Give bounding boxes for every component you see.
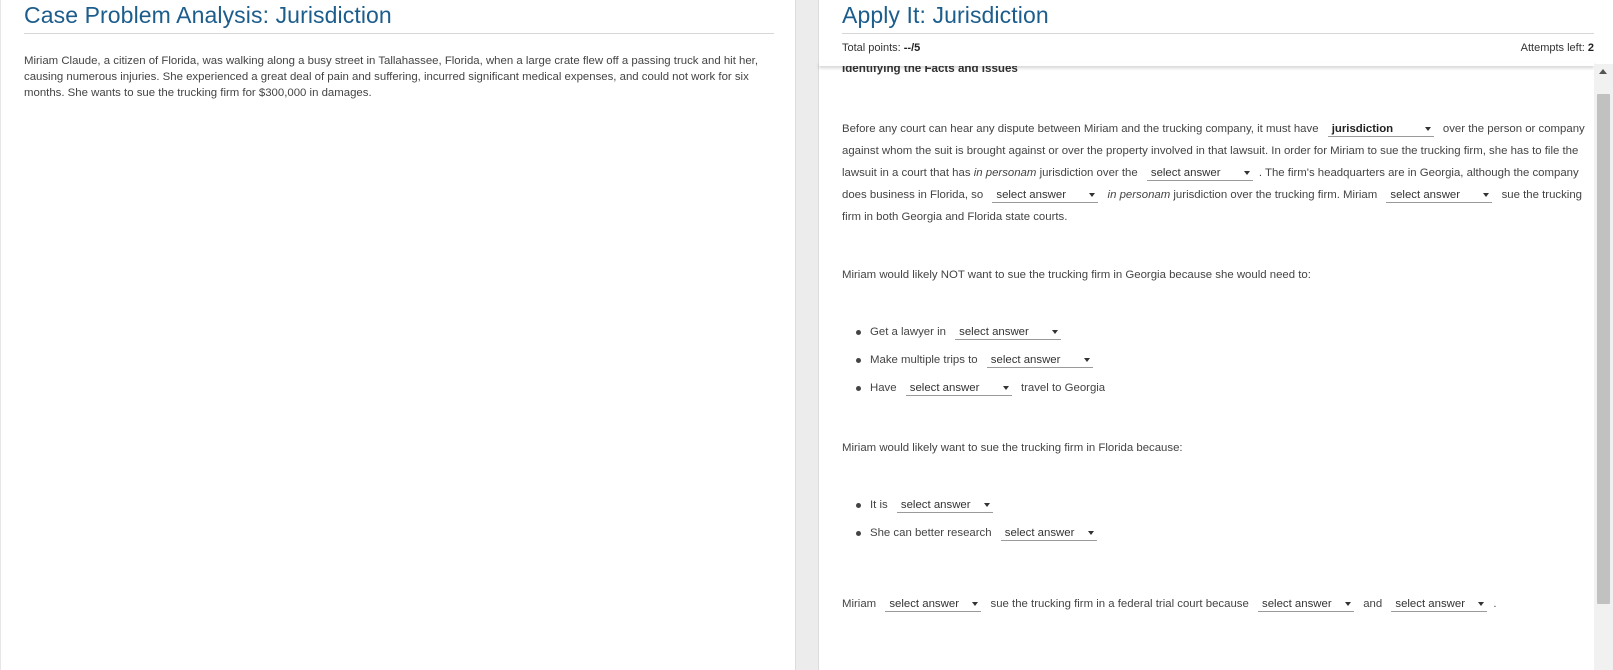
dropdown-value: select answer [1390,189,1461,201]
chevron-down-icon [1087,531,1094,535]
courts-have-dropdown[interactable]: select answer [992,188,1099,203]
list-item-text: travel to Georgia [1020,382,1106,394]
chevron-down-icon [1483,193,1490,197]
list-item: It is select answer [856,491,1594,519]
apply-it-pane: Apply It: Jurisdiction Total points: --/… [819,0,1613,670]
list-item: Have select answer travel to Georgia [856,374,1594,402]
dropdown-value: select answer [900,499,971,511]
dropdown-value: select answer [959,326,1029,338]
case-problem-pane: Case Problem Analysis: Jurisdiction Miri… [0,0,796,670]
total-points-label: Total points: [842,42,904,54]
total-points: Total points: --/5 [842,42,920,54]
apply-it-title: Apply It: Jurisdiction [842,2,1049,28]
chevron-down-icon [1089,193,1096,197]
list-item: Get a lawyer in select answer [856,318,1594,346]
list-item-text: It is [870,499,888,511]
case-problem-text: Miriam Claude, a citizen of Florida, was… [24,55,759,99]
chevron-down-icon [1243,171,1250,175]
lawyer-location-dropdown[interactable]: select answer [955,325,1062,340]
federal-reason-2-dropdown[interactable]: select answer [1391,597,1488,612]
georgia-reasons-list: Get a lawyer in select answer Make multi… [842,318,1594,402]
section-heading: Identifying the Facts and Issues [842,64,1018,75]
jurisdiction-type-dropdown[interactable]: jurisdiction [1327,122,1434,137]
it-is-dropdown[interactable]: select answer [896,498,993,513]
dropdown-value: select answer [996,189,1067,201]
attempts-left: Attempts left: 2 [1521,42,1594,54]
chevron-down-icon [983,503,990,507]
paragraph-federal: Miriam select answer sue the trucking fi… [842,593,1594,615]
text-segment: and [1363,598,1383,610]
research-dropdown[interactable]: select answer [1000,526,1097,541]
header-shadow [819,62,1594,66]
chevron-down-icon [1052,330,1059,334]
paragraph-jurisdiction: Before any court can hear any dispute be… [842,118,1594,228]
list-item: Make multiple trips to select answer [856,346,1594,374]
attempts-left-value: 2 [1587,42,1594,54]
text-segment: Before any court can hear any dispute be… [842,123,1319,135]
chevron-down-icon [1345,602,1352,606]
dropdown-value: jurisdiction [1331,123,1394,135]
federal-can-sue-dropdown[interactable]: select answer [885,597,982,612]
list-item-text: Get a lawyer in [870,326,946,338]
case-problem-title: Case Problem Analysis: Jurisdiction [24,2,392,28]
dropdown-value: select answer [1395,598,1466,610]
question-content: Identifying the Facts and Issues Before … [842,64,1594,615]
can-sue-dropdown[interactable]: select answer [1386,188,1493,203]
list-item-text: She can better research [870,527,992,539]
trips-destination-dropdown[interactable]: select answer [986,353,1093,368]
text-segment: . [1493,598,1497,610]
chevron-down-icon [1002,386,1009,390]
florida-reasons-list: It is select answer She can better resea… [842,491,1594,547]
chevron-down-icon [1083,358,1090,362]
pane-divider[interactable] [795,0,819,670]
chevron-down-icon [972,602,979,606]
attempts-left-label: Attempts left: [1520,42,1588,54]
chevron-down-icon [1478,602,1485,606]
score-bar: Total points: --/5 Attempts left: 2 [842,41,1594,59]
dropdown-value: select answer [1150,167,1221,179]
text-segment: jurisdiction over the [1039,167,1138,179]
scrollbar-thumb[interactable] [1597,94,1610,604]
jurisdiction-over-dropdown[interactable]: select answer [1146,166,1253,181]
text-italic: in personam [1107,189,1171,201]
text-segment: sue the trucking firm in a federal trial… [990,598,1249,610]
case-problem-header: Case Problem Analysis: Jurisdiction [24,0,774,34]
dropdown-value: select answer [1004,527,1075,539]
question-scroll-area[interactable]: Identifying the Facts and Issues Before … [819,64,1594,670]
dropdown-value: select answer [909,382,980,394]
text-segment: Miriam [842,598,877,610]
text-italic: in personam [973,167,1037,179]
text-segment: jurisdiction over the trucking firm. Mir… [1173,189,1378,201]
total-points-value: --/5 [903,42,921,54]
who-travels-dropdown[interactable]: select answer [905,381,1012,396]
paragraph-georgia: Miriam would likely NOT want to sue the … [842,269,1311,281]
apply-it-header: Apply It: Jurisdiction [842,0,1594,34]
list-item-text: Make multiple trips to [870,354,978,366]
dropdown-value: select answer [990,354,1061,366]
scroll-up-arrow-icon[interactable] [1599,69,1607,74]
list-item: She can better research select answer [856,519,1594,547]
dropdown-value: select answer [889,598,959,610]
chevron-down-icon [1424,127,1431,131]
paragraph-florida: Miriam would likely want to sue the truc… [842,442,1183,454]
federal-reason-1-dropdown[interactable]: select answer [1258,597,1355,612]
list-item-text: Have [870,382,897,394]
vertical-scrollbar[interactable] [1594,64,1613,670]
dropdown-value: select answer [1262,598,1332,610]
